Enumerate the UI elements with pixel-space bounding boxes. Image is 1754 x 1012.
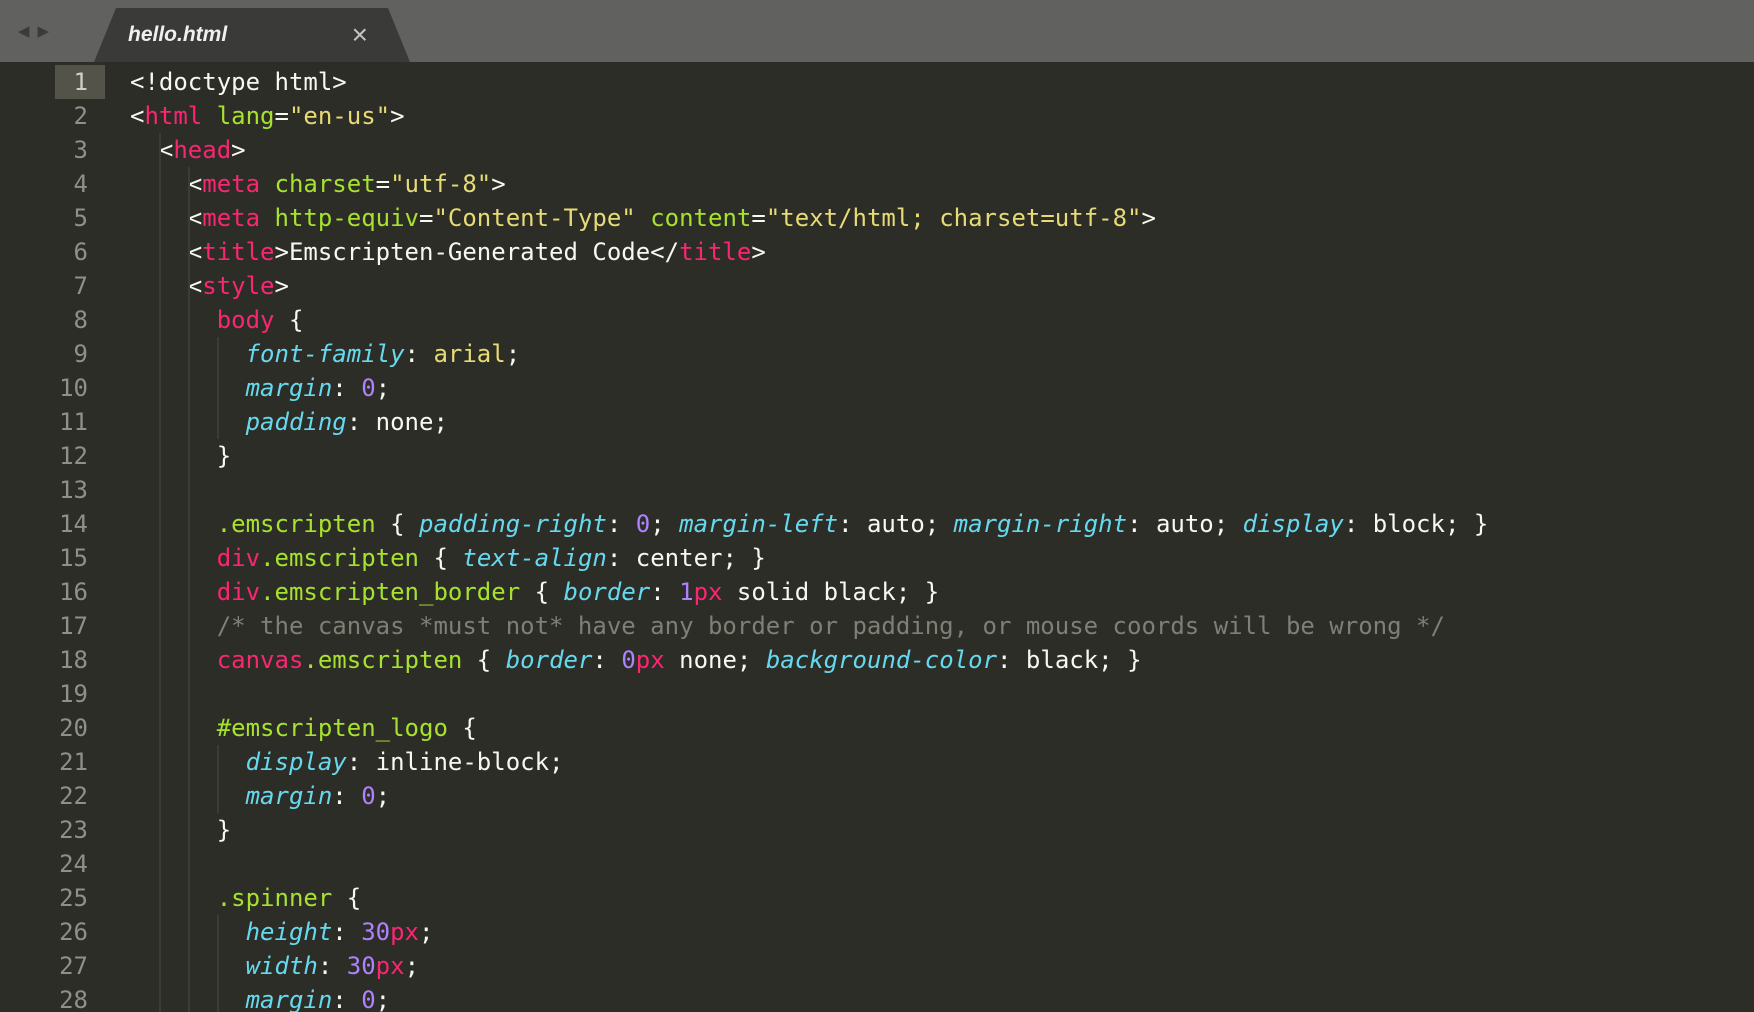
code-text: width: 30px;: [105, 949, 419, 983]
code-text: <style>: [105, 269, 289, 303]
line-number[interactable]: 16: [0, 575, 105, 609]
code-line[interactable]: 27 width: 30px;: [0, 949, 1754, 983]
code-text: margin: 0;: [105, 371, 390, 405]
code-line[interactable]: 11 padding: none;: [0, 405, 1754, 439]
code-text: padding: none;: [105, 405, 448, 439]
line-number[interactable]: 4: [0, 167, 105, 201]
code-text: /* the canvas *must not* have any border…: [105, 609, 1445, 643]
code-text: <meta charset="utf-8">: [105, 167, 506, 201]
code-text: margin: 0;: [105, 983, 390, 1012]
line-number[interactable]: 17: [0, 609, 105, 643]
line-number[interactable]: 28: [0, 983, 105, 1012]
code-line[interactable]: 14 .emscripten { padding-right: 0; margi…: [0, 507, 1754, 541]
line-number[interactable]: 15: [0, 541, 105, 575]
line-number[interactable]: 5: [0, 201, 105, 235]
line-number[interactable]: 11: [0, 405, 105, 439]
code-text: div.emscripten_border { border: 1px soli…: [105, 575, 939, 609]
code-area[interactable]: 1<!doctype html>2<html lang="en-us">3 <h…: [0, 65, 1754, 1012]
code-line[interactable]: 2<html lang="en-us">: [0, 99, 1754, 133]
line-number[interactable]: 13: [0, 473, 105, 507]
line-number[interactable]: 24: [0, 847, 105, 881]
code-text: <!doctype html>: [105, 65, 347, 99]
line-number[interactable]: 14: [0, 507, 105, 541]
line-number[interactable]: 20: [0, 711, 105, 745]
code-text: font-family: arial;: [105, 337, 520, 371]
nav-arrows: ◀ ▶: [18, 22, 49, 41]
line-number[interactable]: 9: [0, 337, 105, 371]
code-line[interactable]: 16 div.emscripten_border { border: 1px s…: [0, 575, 1754, 609]
code-text: #emscripten_logo {: [105, 711, 477, 745]
line-number[interactable]: 25: [0, 881, 105, 915]
code-text: display: inline-block;: [105, 745, 564, 779]
code-text: }: [105, 439, 231, 473]
code-line[interactable]: 12 }: [0, 439, 1754, 473]
code-text: [105, 847, 130, 881]
code-text: body {: [105, 303, 303, 337]
line-number[interactable]: 22: [0, 779, 105, 813]
code-line[interactable]: 10 margin: 0;: [0, 371, 1754, 405]
nav-forward-icon[interactable]: ▶: [37, 22, 48, 41]
code-line[interactable]: 6 <title>Emscripten-Generated Code</titl…: [0, 235, 1754, 269]
code-line[interactable]: 1<!doctype html>: [0, 65, 1754, 99]
code-text: .spinner {: [105, 881, 361, 915]
code-line[interactable]: 8 body {: [0, 303, 1754, 337]
code-text: }: [105, 813, 231, 847]
code-text: .emscripten { padding-right: 0; margin-l…: [105, 507, 1488, 541]
line-number[interactable]: 19: [0, 677, 105, 711]
code-line[interactable]: 17 /* the canvas *must not* have any bor…: [0, 609, 1754, 643]
code-text: div.emscripten { text-align: center; }: [105, 541, 766, 575]
code-line[interactable]: 7 <style>: [0, 269, 1754, 303]
code-line[interactable]: 21 display: inline-block;: [0, 745, 1754, 779]
code-line[interactable]: 23 }: [0, 813, 1754, 847]
code-text: <meta http-equiv="Content-Type" content=…: [105, 201, 1156, 235]
code-line[interactable]: 15 div.emscripten { text-align: center; …: [0, 541, 1754, 575]
editor: 1<!doctype html>2<html lang="en-us">3 <h…: [0, 62, 1754, 1012]
line-number[interactable]: 8: [0, 303, 105, 337]
tab-bar: ◀ ▶ hello.html ×: [0, 0, 1754, 62]
code-text: <head>: [105, 133, 246, 167]
code-line[interactable]: 28 margin: 0;: [0, 983, 1754, 1012]
code-line[interactable]: 26 height: 30px;: [0, 915, 1754, 949]
line-number[interactable]: 12: [0, 439, 105, 473]
code-line[interactable]: 13: [0, 473, 1754, 507]
code-line[interactable]: 24: [0, 847, 1754, 881]
code-line[interactable]: 9 font-family: arial;: [0, 337, 1754, 371]
tab-title: hello.html: [128, 23, 227, 47]
tab-close-icon[interactable]: ×: [352, 21, 368, 49]
code-line[interactable]: 4 <meta charset="utf-8">: [0, 167, 1754, 201]
code-text: <html lang="en-us">: [105, 99, 405, 133]
line-number[interactable]: 21: [0, 745, 105, 779]
code-line[interactable]: 25 .spinner {: [0, 881, 1754, 915]
code-text: <title>Emscripten-Generated Code</title>: [105, 235, 766, 269]
code-text: [105, 473, 130, 507]
code-line[interactable]: 3 <head>: [0, 133, 1754, 167]
line-number[interactable]: 2: [0, 99, 105, 133]
code-text: [105, 677, 130, 711]
nav-back-icon[interactable]: ◀: [18, 22, 29, 41]
tab-hello-html[interactable]: hello.html ×: [94, 8, 410, 62]
code-line[interactable]: 19: [0, 677, 1754, 711]
code-text: canvas.emscripten { border: 0px none; ba…: [105, 643, 1142, 677]
line-number[interactable]: 6: [0, 235, 105, 269]
line-number[interactable]: 1: [0, 65, 105, 99]
code-line[interactable]: 18 canvas.emscripten { border: 0px none;…: [0, 643, 1754, 677]
code-text: margin: 0;: [105, 779, 390, 813]
line-number[interactable]: 23: [0, 813, 105, 847]
line-number[interactable]: 27: [0, 949, 105, 983]
line-number[interactable]: 3: [0, 133, 105, 167]
line-number[interactable]: 18: [0, 643, 105, 677]
code-line[interactable]: 5 <meta http-equiv="Content-Type" conten…: [0, 201, 1754, 235]
code-line[interactable]: 20 #emscripten_logo {: [0, 711, 1754, 745]
line-number[interactable]: 10: [0, 371, 105, 405]
line-number[interactable]: 7: [0, 269, 105, 303]
code-line[interactable]: 22 margin: 0;: [0, 779, 1754, 813]
line-number[interactable]: 26: [0, 915, 105, 949]
code-text: height: 30px;: [105, 915, 433, 949]
